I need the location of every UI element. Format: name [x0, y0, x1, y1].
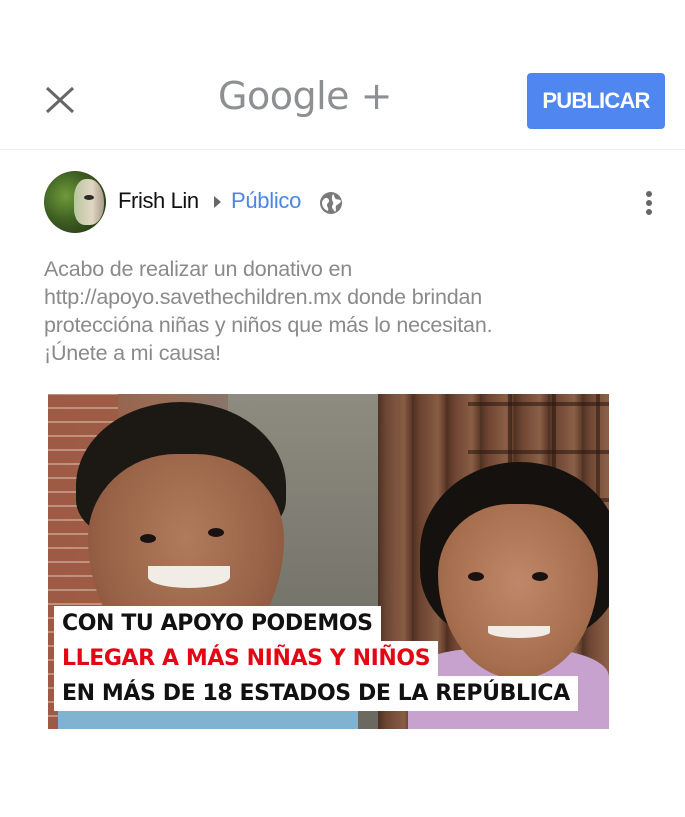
dialog-header: Google + PUBLICAR [0, 48, 685, 150]
post-text-line: protecciónа niñas y niños que más lo nec… [44, 313, 493, 337]
author-name: Frish Lin [118, 188, 199, 213]
arrow-right-icon [214, 196, 221, 208]
brand-logo: Google + [218, 74, 392, 118]
image-caption: CON TU APOYO PODEMOS LLEGAR A MÁS NIÑAS … [54, 606, 578, 711]
share-dialog: Google + PUBLICAR Frish Lin Público Acab… [0, 0, 685, 817]
close-button[interactable] [40, 82, 80, 118]
caption-line-3: EN MÁS DE 18 ESTADOS DE LA REPÚBLICA [54, 676, 578, 711]
caption-line-1: CON TU APOYO PODEMOS [54, 606, 381, 641]
audience-selector[interactable]: Público [231, 188, 301, 214]
post-text-line: http://apoyo.savethechildren.mx donde br… [44, 285, 483, 309]
caption-line-2: LLEGAR A MÁS NIÑAS Y NIÑOS [54, 641, 439, 676]
avatar[interactable] [44, 171, 106, 233]
globe-icon [320, 192, 342, 214]
author-row: Frish Lin Público [0, 170, 685, 236]
post-text-line: ¡Únete a mi causa! [44, 341, 221, 365]
post-text-line: Acabo de realizar un donativo en [44, 257, 352, 281]
more-vert-icon[interactable] [636, 188, 662, 218]
post-image[interactable]: CON TU APOYO PODEMOS LLEGAR A MÁS NIÑAS … [48, 394, 609, 729]
post-text: Acabo de realizar un donativo en http://… [44, 255, 604, 367]
publish-button[interactable]: PUBLICAR [527, 73, 665, 129]
close-icon [45, 86, 75, 114]
